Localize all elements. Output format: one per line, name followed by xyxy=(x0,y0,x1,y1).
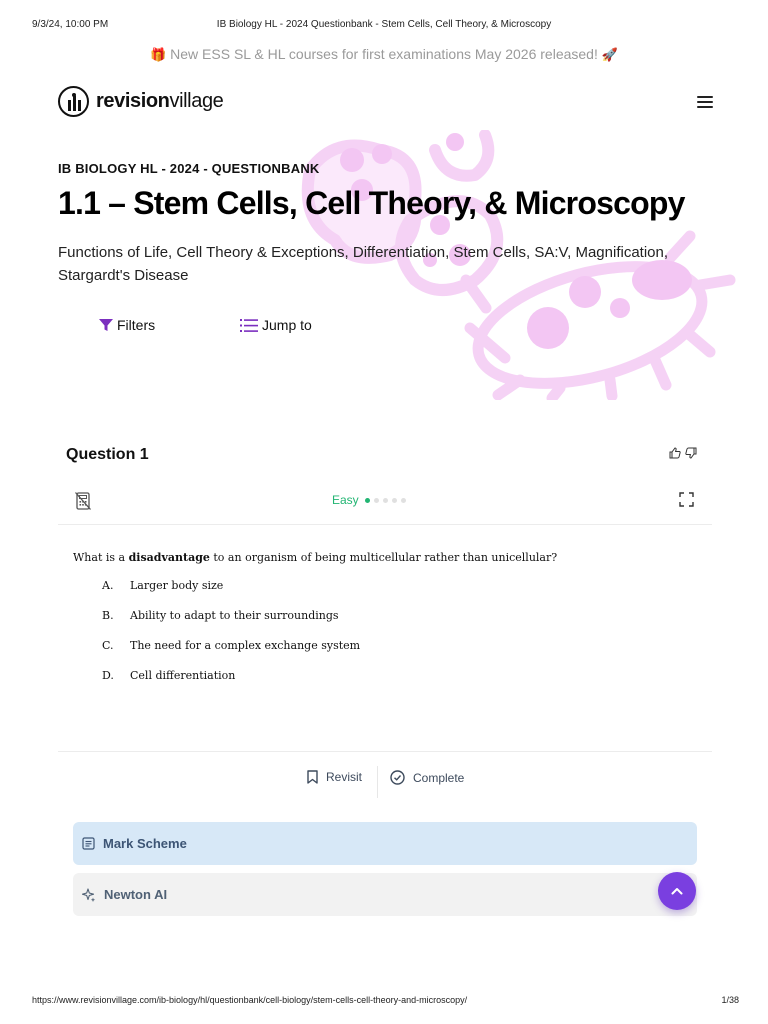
brand-wordmark: revisionvillage xyxy=(96,90,224,112)
difficulty-dot xyxy=(391,497,397,503)
fullscreen-icon[interactable] xyxy=(679,492,694,507)
difficulty-dot xyxy=(364,497,370,503)
question-toolbar: Easy xyxy=(58,487,712,525)
page-title: 1.1 – Stem Cells, Cell Theory, & Microsc… xyxy=(58,185,685,221)
option-d: D. Cell differentiation xyxy=(102,669,236,682)
calculator-disabled-icon xyxy=(75,492,91,510)
chevron-up-icon xyxy=(671,888,683,895)
print-header: 9/3/24, 10:00 PM IB Biology HL - 2024 Qu… xyxy=(0,19,768,33)
print-url: https://www.revisionvillage.com/ib-biolo… xyxy=(32,995,468,1005)
question-stem: What is a disadvantage to an organism of… xyxy=(73,551,558,564)
gift-icon: 🎁 xyxy=(150,47,167,62)
page-eyebrow: IB BIOLOGY HL - 2024 - QUESTIONBANK xyxy=(58,161,320,176)
sparkle-icon xyxy=(82,887,96,902)
option-c: C. The need for a complex exchange system xyxy=(102,639,361,652)
jump-to-label: Jump to xyxy=(262,317,312,333)
check-circle-icon xyxy=(390,770,405,785)
option-a: A. Larger body size xyxy=(102,579,224,592)
difficulty-dots xyxy=(364,497,406,503)
page-subtitle: Functions of Life, Cell Theory & Excepti… xyxy=(58,244,669,284)
answer-options: A. Larger body size B. Ability to adapt to… xyxy=(102,579,557,699)
filters-label: Filters xyxy=(117,317,156,333)
announcement-banner[interactable]: 🎁 New ESS SL & HL courses for first exam… xyxy=(0,46,768,63)
print-doc-title: IB Biology HL - 2024 Questionbank - Stem… xyxy=(216,19,552,30)
bookmark-icon xyxy=(307,770,318,784)
question-title: Question 1 xyxy=(66,446,149,463)
filters-button[interactable]: Filters xyxy=(99,317,155,333)
revisit-button[interactable]: Revisit xyxy=(307,770,362,784)
list-icon xyxy=(240,318,258,332)
newton-ai-label: Newton AI xyxy=(104,887,168,902)
document-icon xyxy=(82,837,95,850)
question-body: What is a disadvantage to an organism of… xyxy=(73,551,557,699)
rocket-icon: 🚀 xyxy=(601,47,618,62)
question-actions: Revisit Complete xyxy=(58,751,712,803)
thumbs-down-icon[interactable] xyxy=(685,447,697,459)
thumbs-up-icon[interactable] xyxy=(669,447,681,459)
option-b: B. Ability to adapt to their surroundings xyxy=(102,609,339,622)
complete-button[interactable]: Complete xyxy=(390,770,464,785)
action-divider xyxy=(377,766,378,798)
difficulty-dot xyxy=(382,497,388,503)
print-page-number: 1/38 xyxy=(721,995,739,1005)
mark-scheme-label: Mark Scheme xyxy=(103,836,187,851)
jump-to-button[interactable]: Jump to xyxy=(240,317,312,333)
announcement-text: New ESS SL & HL courses for first examin… xyxy=(170,46,598,62)
hamburger-menu-icon[interactable] xyxy=(697,96,713,109)
scroll-to-top-button[interactable] xyxy=(658,872,696,910)
logo-mark-icon xyxy=(58,86,89,117)
complete-label: Complete xyxy=(413,770,465,785)
difficulty-indicator: Easy xyxy=(332,493,406,507)
brand-logo[interactable]: revisionvillage xyxy=(58,86,224,117)
mark-scheme-panel[interactable]: Mark Scheme xyxy=(73,822,697,865)
difficulty-dot xyxy=(373,497,379,503)
feedback-buttons xyxy=(669,447,697,459)
difficulty-dot xyxy=(400,497,406,503)
filter-icon xyxy=(99,319,113,331)
newton-ai-panel[interactable]: Newton AI xyxy=(73,873,697,916)
difficulty-label: Easy xyxy=(332,493,359,507)
revisit-label: Revisit xyxy=(326,770,363,784)
